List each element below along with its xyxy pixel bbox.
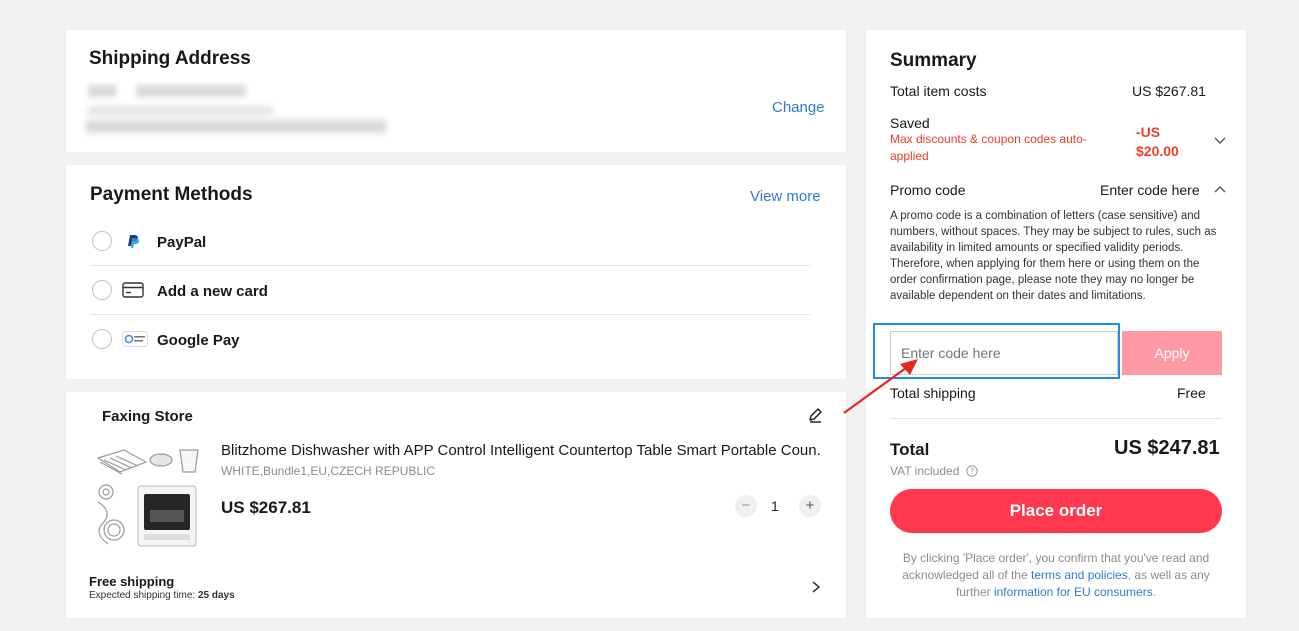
- shipping-time-value: 25 days: [197, 590, 235, 601]
- total-shipping-value: Free: [1177, 385, 1206, 401]
- shipping-address-panel: Shipping Address Change: [66, 30, 846, 152]
- shipping-time-label: Expected shipping time:: [89, 590, 196, 601]
- total-item-costs-label: Total item costs: [890, 83, 987, 99]
- product-price: US $267.81: [221, 498, 311, 517]
- apply-button[interactable]: Apply: [1122, 331, 1222, 375]
- summary-divider: [890, 418, 1222, 419]
- product-title[interactable]: Blitzhome Dishwasher with APP Control In…: [221, 442, 821, 459]
- total-value: US $247.81: [1114, 437, 1220, 459]
- terms-notice: By clicking 'Place order', you confirm t…: [886, 550, 1226, 601]
- terms-policies-link[interactable]: terms and policies: [1031, 568, 1128, 582]
- payment-divider: [90, 265, 810, 266]
- payment-divider: [90, 314, 810, 315]
- chevron-down-icon[interactable]: [1214, 136, 1226, 146]
- summary-panel: Summary Total item costs US $267.81 Save…: [866, 30, 1246, 618]
- quantity-decrease-button[interactable]: −: [735, 495, 757, 517]
- quantity-value: 1: [771, 498, 779, 514]
- new-card-radio[interactable]: [92, 280, 112, 300]
- help-icon[interactable]: ?: [966, 465, 978, 477]
- store-panel: Faxing Store Blitzhome Dishwasher with A…: [66, 392, 846, 618]
- vat-included: VAT included ?: [890, 464, 978, 478]
- svg-text:?: ?: [970, 467, 974, 476]
- google-pay-icon: [122, 331, 148, 347]
- total-item-costs-value: US $267.81: [1132, 83, 1206, 99]
- promo-code-input[interactable]: [890, 331, 1118, 375]
- annotation-arrow-icon: [843, 359, 918, 414]
- saved-value: -US $20.00: [1136, 124, 1179, 159]
- promo-code-label: Promo code: [890, 182, 966, 198]
- store-name: Faxing Store: [102, 408, 193, 425]
- google-pay-label: Google Pay: [157, 332, 240, 349]
- new-card-label: Add a new card: [157, 283, 268, 300]
- product-image[interactable]: [94, 444, 210, 554]
- shipping-time: Expected shipping time: 25 days: [89, 590, 235, 601]
- chevron-up-icon[interactable]: [1214, 184, 1226, 194]
- eu-consumers-link[interactable]: information for EU consumers: [994, 585, 1153, 599]
- saved-label: Saved: [890, 115, 930, 131]
- quantity-increase-button[interactable]: +: [799, 495, 821, 517]
- chevron-right-icon[interactable]: [810, 580, 822, 594]
- payment-methods-title: Payment Methods: [90, 184, 253, 205]
- credit-card-icon: [122, 282, 144, 298]
- payment-methods-panel: Payment Methods View more PayPal Add a n…: [66, 165, 846, 379]
- view-more-link[interactable]: View more: [750, 188, 821, 205]
- terms-suffix: .: [1152, 585, 1157, 599]
- product-variant: WHITE,Bundle1,EU,CZECH REPUBLIC: [221, 464, 436, 478]
- google-pay-radio[interactable]: [92, 329, 112, 349]
- place-order-button[interactable]: Place order: [890, 489, 1222, 533]
- paypal-radio[interactable]: [92, 231, 112, 251]
- total-label: Total: [890, 440, 930, 459]
- free-shipping-title: Free shipping: [89, 574, 175, 589]
- paypal-icon: [122, 232, 144, 250]
- vat-label: VAT included: [890, 464, 960, 478]
- promo-code-description: A promo code is a combination of letters…: [890, 210, 1217, 302]
- change-address-link[interactable]: Change: [772, 99, 825, 116]
- summary-title: Summary: [890, 50, 977, 71]
- promo-code-toggle[interactable]: Enter code here: [1100, 182, 1200, 198]
- saved-note: Max discounts & coupon codes auto-applie…: [890, 132, 1087, 163]
- paypal-label: PayPal: [157, 234, 207, 251]
- shipping-address-title: Shipping Address: [89, 48, 251, 69]
- edit-pencil-icon[interactable]: [807, 407, 823, 423]
